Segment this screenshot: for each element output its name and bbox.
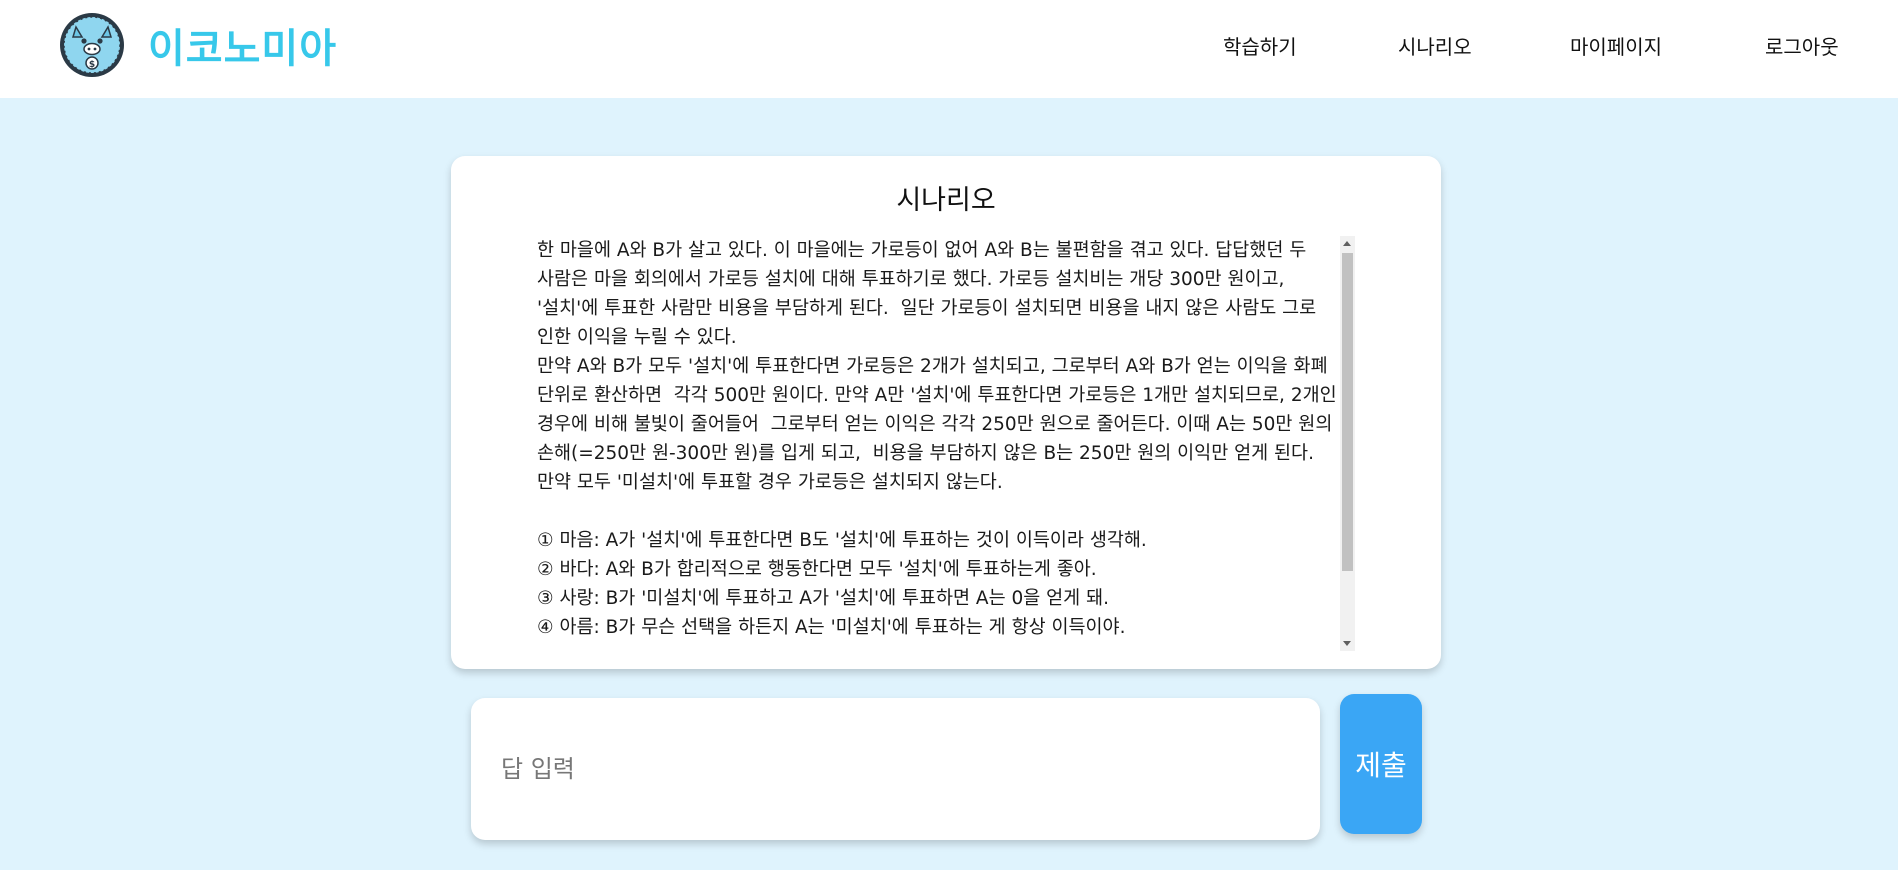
scroll-down-arrow-icon[interactable] bbox=[1343, 641, 1351, 646]
submit-button[interactable]: 제출 bbox=[1340, 694, 1422, 834]
svg-text:$: $ bbox=[89, 60, 95, 70]
scrollbar-thumb[interactable] bbox=[1342, 253, 1353, 571]
scroll-up-arrow-icon[interactable] bbox=[1343, 241, 1351, 246]
scenario-card: 시나리오 한 마을에 A와 B가 살고 있다. 이 마을에는 가로등이 없어 A… bbox=[451, 156, 1441, 669]
scenario-scroll-area[interactable]: 한 마을에 A와 B가 살고 있다. 이 마을에는 가로등이 없어 A와 B는 … bbox=[537, 236, 1355, 651]
logo-text: 이코노미아 bbox=[148, 26, 337, 72]
scrollbar[interactable] bbox=[1340, 236, 1355, 651]
scenario-title: 시나리오 bbox=[896, 185, 996, 216]
answer-input[interactable] bbox=[471, 698, 1320, 840]
nav-logout[interactable]: 로그아웃 bbox=[1765, 30, 1839, 64]
scenario-text: 한 마을에 A와 B가 살고 있다. 이 마을에는 가로등이 없어 A와 B는 … bbox=[537, 240, 1337, 638]
nav-mypage[interactable]: 마이페이지 bbox=[1570, 30, 1662, 64]
nav-scenario[interactable]: 시나리오 bbox=[1398, 30, 1472, 64]
nav-learn[interactable]: 학습하기 bbox=[1223, 30, 1297, 64]
top-header: $ 이코노미아 학습하기 시나리오 마이페이지 로그아웃 bbox=[0, 0, 1898, 98]
logo[interactable]: $ 이코노미아 bbox=[58, 10, 337, 80]
piggy-coin-logo-icon: $ bbox=[60, 13, 124, 77]
